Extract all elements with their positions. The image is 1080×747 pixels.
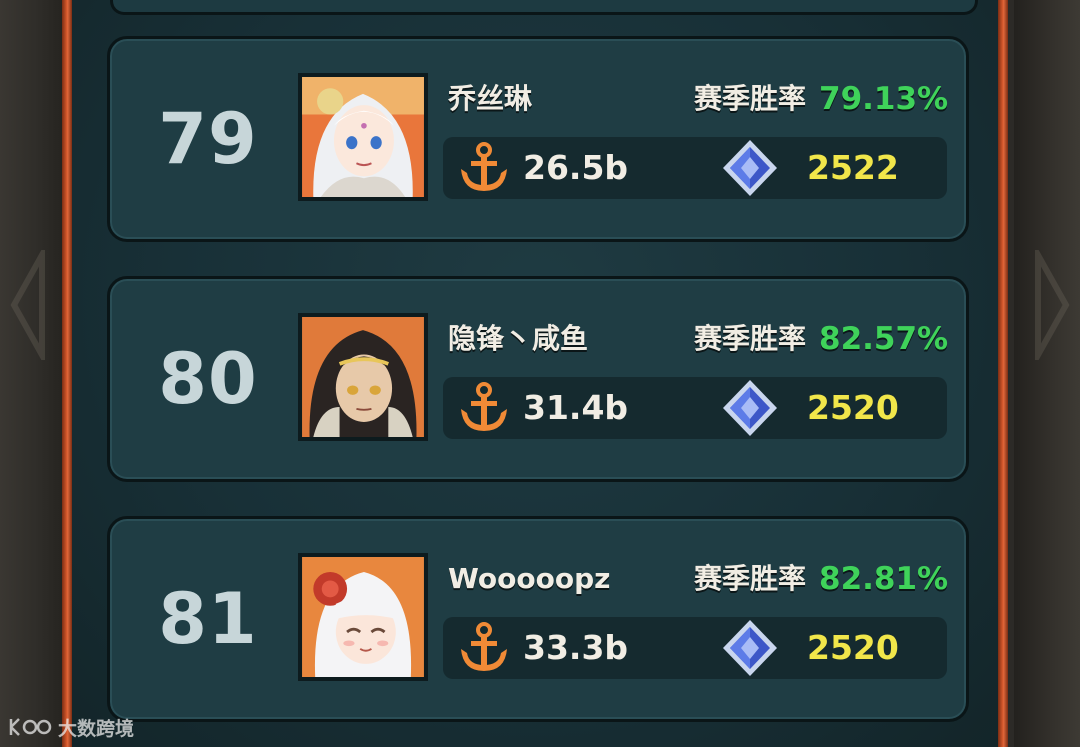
stats-bar: 26.5b 2522 xyxy=(443,137,947,199)
stats-bar: 31.4b 2520 xyxy=(443,377,947,439)
player-avatar[interactable] xyxy=(298,553,428,681)
frame-rail-left xyxy=(62,0,72,747)
watermark-logo-icon xyxy=(9,718,52,736)
season-winrate-label: 赛季胜率 xyxy=(693,322,806,355)
player-name: 乔丝琳 xyxy=(448,82,533,115)
power-value: 31.4b xyxy=(523,388,629,427)
background-left xyxy=(0,0,62,747)
power-value: 26.5b xyxy=(523,148,629,187)
score-value: 2520 xyxy=(807,628,899,667)
player-name: Wooooopz xyxy=(448,562,611,595)
watermark-text: 大数跨境 xyxy=(58,717,135,740)
anchor-icon xyxy=(461,622,507,671)
rank-number: 80 xyxy=(158,338,258,420)
previous-entry-edge xyxy=(110,0,978,15)
frame-rail-right xyxy=(998,0,1008,747)
power-value: 33.3b xyxy=(523,628,629,667)
player-name: 隐锋丶咸鱼 xyxy=(448,322,589,355)
background-right xyxy=(1014,0,1080,747)
season-winrate-label: 赛季胜率 xyxy=(693,82,806,115)
anchor-icon xyxy=(461,142,507,191)
rank-number: 79 xyxy=(158,98,258,180)
arrow-right-icon xyxy=(1035,250,1070,360)
stats-bar: 33.3b 2520 xyxy=(443,617,947,679)
rank-number: 81 xyxy=(158,578,258,660)
season-winrate-value: 82.81% xyxy=(819,561,949,597)
player-avatar[interactable] xyxy=(298,313,428,441)
leaderboard-row[interactable]: 79 乔丝琳 赛季胜率 79.13% 26.5b 2522 xyxy=(107,36,969,242)
season-winrate-value: 82.57% xyxy=(819,321,949,357)
crystal-icon xyxy=(723,140,777,196)
crystal-icon xyxy=(723,380,777,436)
leaderboard-row[interactable]: 80 隐锋丶咸鱼 赛季胜率 82.57% 31.4b 2520 xyxy=(107,276,969,482)
player-avatar[interactable] xyxy=(298,73,428,201)
crystal-icon xyxy=(723,620,777,676)
score-value: 2522 xyxy=(807,148,899,187)
season-winrate-label: 赛季胜率 xyxy=(693,562,806,595)
arrow-left-icon xyxy=(10,250,45,360)
score-value: 2520 xyxy=(807,388,899,427)
watermark: 大数跨境 xyxy=(8,712,134,742)
season-winrate-value: 79.13% xyxy=(819,81,949,117)
leaderboard-row[interactable]: 81 Wooooopz 赛季胜率 82.81% 33.3b 2520 xyxy=(107,516,969,722)
anchor-icon xyxy=(461,382,507,431)
